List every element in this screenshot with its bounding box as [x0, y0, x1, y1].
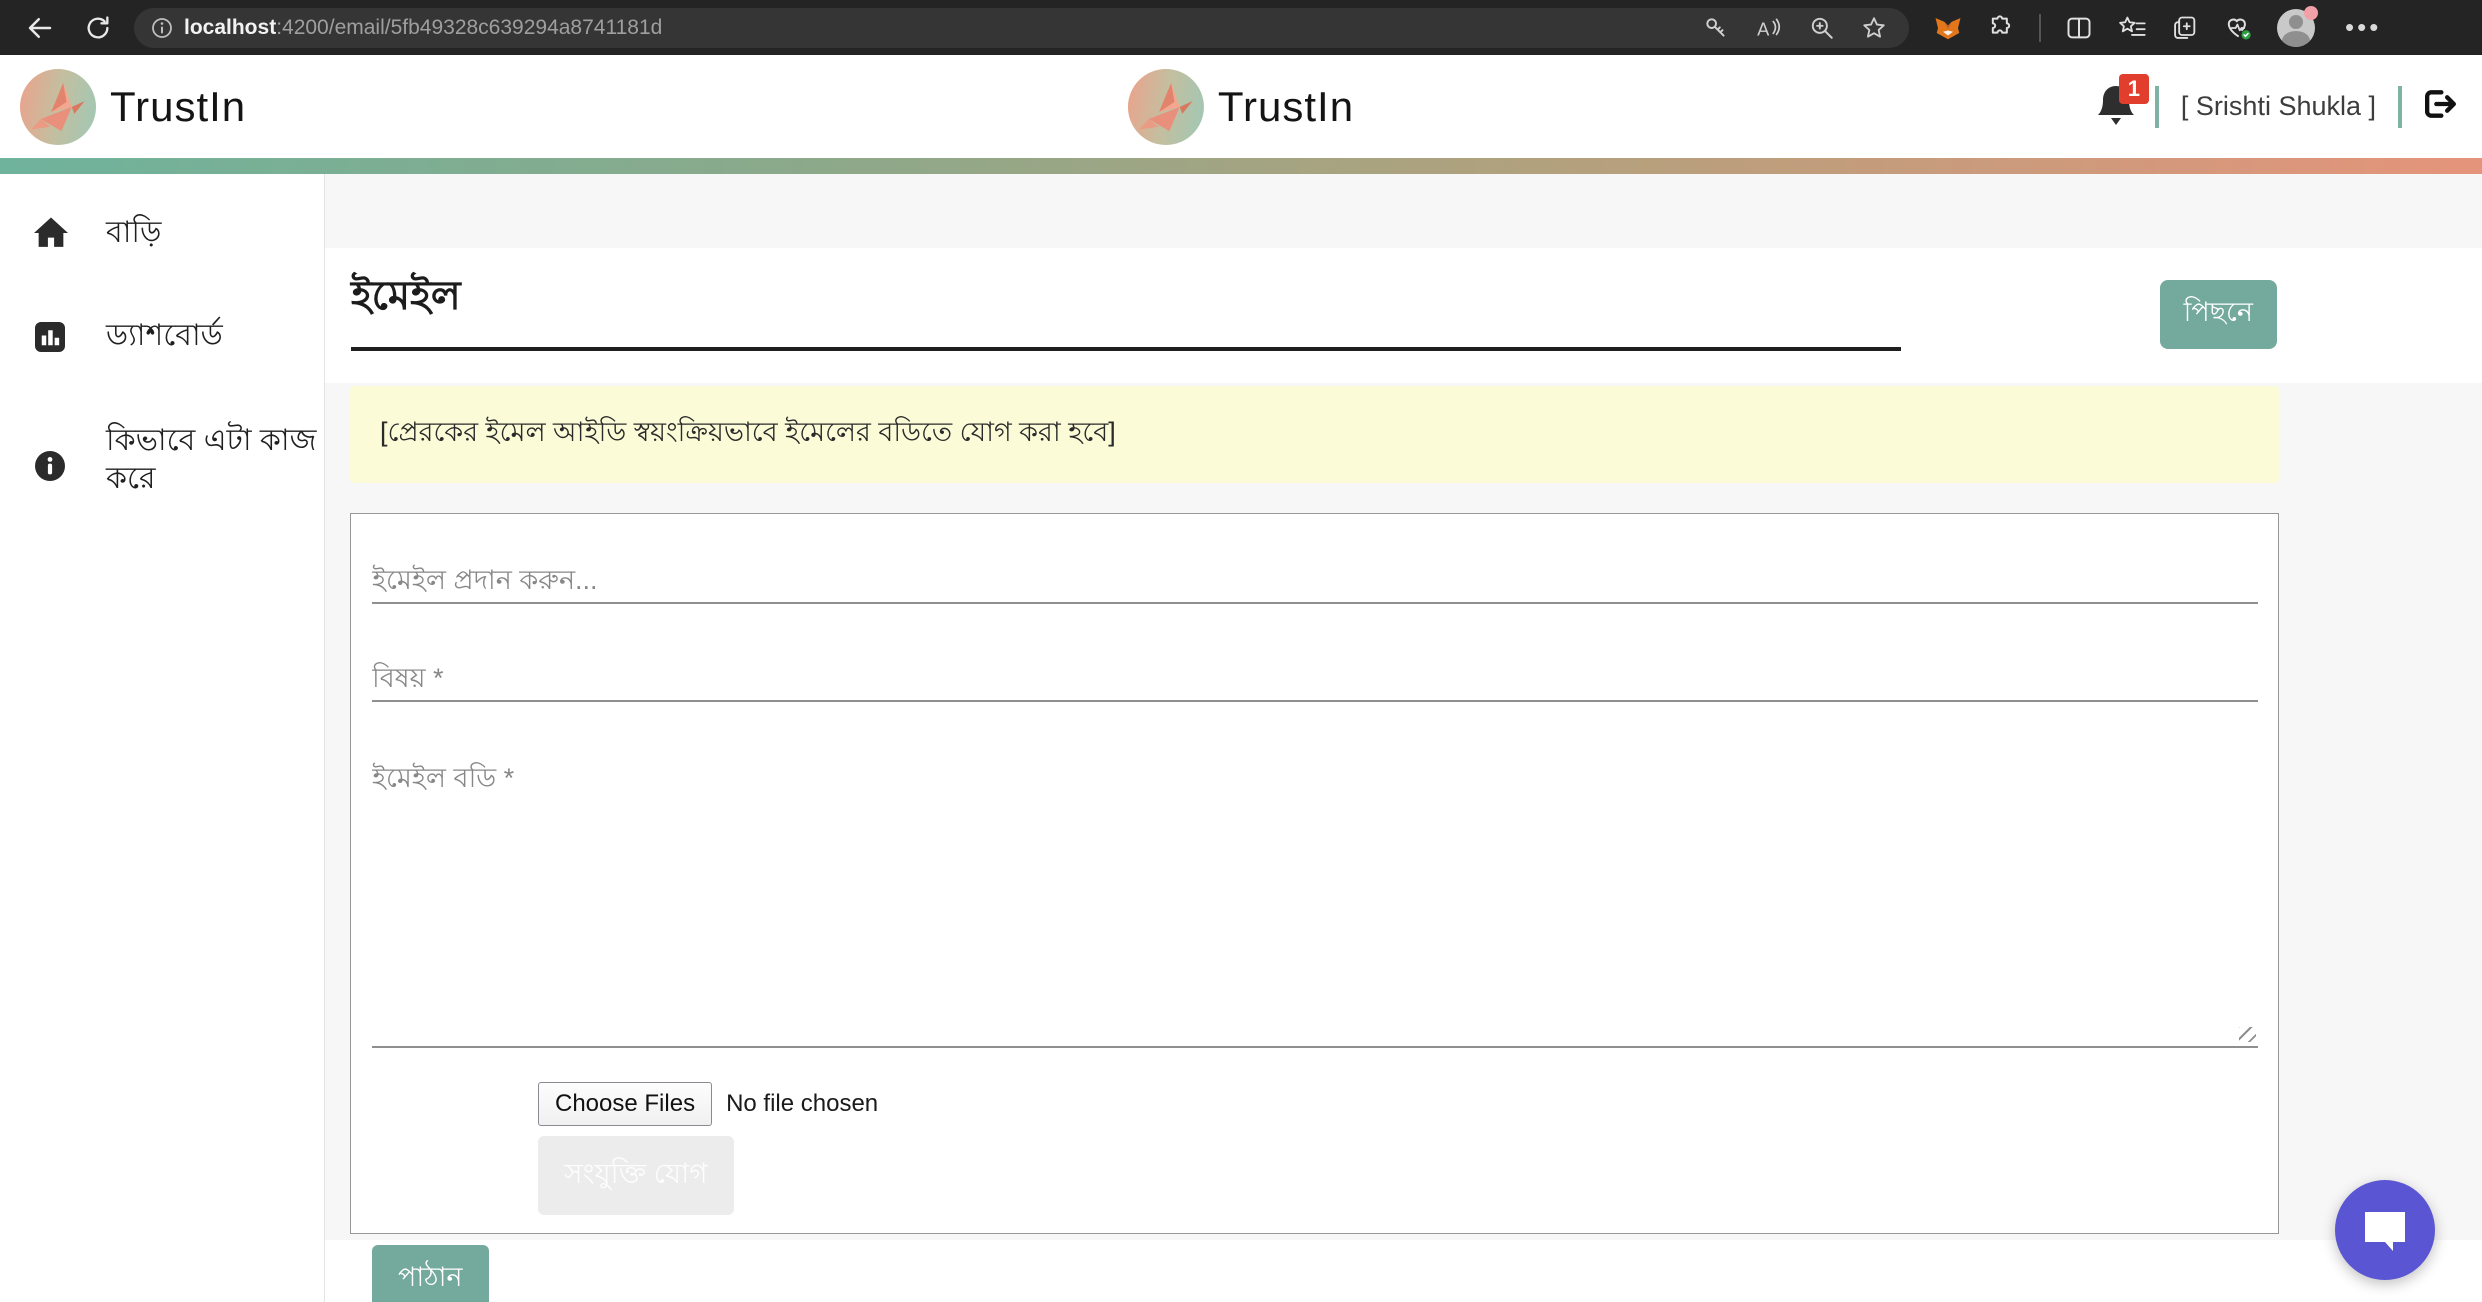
- settings-menu-icon[interactable]: •••: [2339, 12, 2381, 43]
- dashboard-chart-icon: [32, 317, 72, 360]
- sidebar-item-label: ড্যাশবোর্ড: [106, 319, 223, 352]
- brand-center-title: TrustIn: [1217, 82, 1355, 130]
- browser-profile-avatar[interactable]: [2277, 5, 2318, 47]
- trustin-logo-icon: [20, 68, 96, 145]
- favorite-star-icon[interactable]: [1861, 15, 1887, 41]
- brand-left[interactable]: TrustIn: [20, 68, 247, 145]
- textarea-resize-grip[interactable]: [2239, 1027, 2256, 1042]
- main-content: ইমেইল পিছনে [প্রেরকের ইমেল আইডি স্বয়ংক্…: [325, 174, 2482, 1302]
- sidebar-item-how-it-works[interactable]: কিভাবে এটা কাজ করে: [0, 422, 324, 497]
- zoom-icon[interactable]: [1809, 15, 1835, 41]
- back-button[interactable]: পিছনে: [2159, 280, 2277, 349]
- sender-notice: [প্রেরকের ইমেল আইডি স্বয়ংক্রিয়ভাবে ইমে…: [350, 386, 2279, 483]
- url-host: localhost: [184, 15, 277, 39]
- notification-count-badge: 1: [2118, 73, 2149, 104]
- accent-gradient-bar: [0, 158, 2482, 174]
- header-divider: [2398, 85, 2402, 128]
- send-button[interactable]: পাঠান: [372, 1245, 489, 1302]
- back-icon[interactable]: [18, 6, 62, 50]
- chat-bubble-icon: [2365, 1212, 2405, 1251]
- user-name[interactable]: [ Srishti Shukla ]: [2175, 91, 2382, 122]
- url-path: :4200/email/5fb49328c639294a8741181d: [276, 15, 663, 39]
- choose-files-button[interactable]: Choose Files: [538, 1082, 713, 1126]
- split-screen-icon[interactable]: [2065, 14, 2093, 42]
- header-divider: [2154, 85, 2159, 128]
- brand-center: TrustIn: [1127, 68, 1355, 145]
- metamask-extension-icon[interactable]: [1933, 13, 1963, 43]
- trustin-logo-center-icon: [1127, 68, 1204, 145]
- url-text[interactable]: localhost:4200/email/5fb49328c639294a874…: [184, 16, 1693, 40]
- collections-add-icon[interactable]: [2171, 14, 2199, 42]
- password-key-icon[interactable]: [1703, 15, 1729, 41]
- site-info-icon[interactable]: [150, 16, 174, 40]
- toolbar-divider: [2039, 13, 2041, 42]
- browser-essentials-icon[interactable]: [2223, 14, 2253, 42]
- chat-fab-button[interactable]: [2335, 1180, 2435, 1280]
- sidebar-item-dashboard[interactable]: ড্যাশবোর্ড: [0, 317, 324, 360]
- extensions-puzzle-icon[interactable]: [1987, 14, 2015, 42]
- sidebar-item-label: বাড়ি: [106, 216, 162, 249]
- refresh-icon[interactable]: [76, 6, 120, 50]
- page-title: ইমেইল: [351, 264, 1901, 351]
- notifications-bell-icon[interactable]: 1: [2095, 73, 2149, 132]
- svg-text:A: A: [1757, 18, 1770, 39]
- sidebar-item-home[interactable]: বাড়ি: [0, 214, 324, 255]
- subject-input[interactable]: [372, 656, 2258, 702]
- sidebar-item-label: কিভাবে এটা কাজ করে: [106, 424, 317, 495]
- add-attachment-button[interactable]: সংযুক্তি যোগ: [538, 1136, 734, 1215]
- home-icon: [32, 214, 72, 255]
- info-icon: [32, 422, 72, 489]
- favorites-list-icon[interactable]: [2117, 14, 2147, 42]
- address-bar[interactable]: localhost:4200/email/5fb49328c639294a874…: [134, 7, 1909, 48]
- no-file-chosen-text: No file chosen: [726, 1090, 879, 1117]
- email-body-textarea[interactable]: [372, 748, 2258, 1048]
- email-form-card: Choose Files No file chosen সংযুক্তি যোগ…: [350, 513, 2279, 1302]
- sidebar-nav: বাড়ি ড্যাশবোর্ড কিভাবে এটা কাজ করে: [0, 174, 325, 1302]
- title-band: ইমেইল পিছনে: [325, 248, 2482, 383]
- browser-toolbar: localhost:4200/email/5fb49328c639294a874…: [0, 0, 2482, 55]
- email-input[interactable]: [372, 558, 2258, 604]
- app-header: TrustIn TrustIn 1 [ Srishti Shukla ]: [0, 55, 2482, 158]
- read-aloud-icon[interactable]: A: [1755, 15, 1783, 41]
- profile-status-dot: [2304, 5, 2318, 20]
- brand-title: TrustIn: [110, 82, 247, 130]
- logout-icon[interactable]: [2418, 84, 2458, 129]
